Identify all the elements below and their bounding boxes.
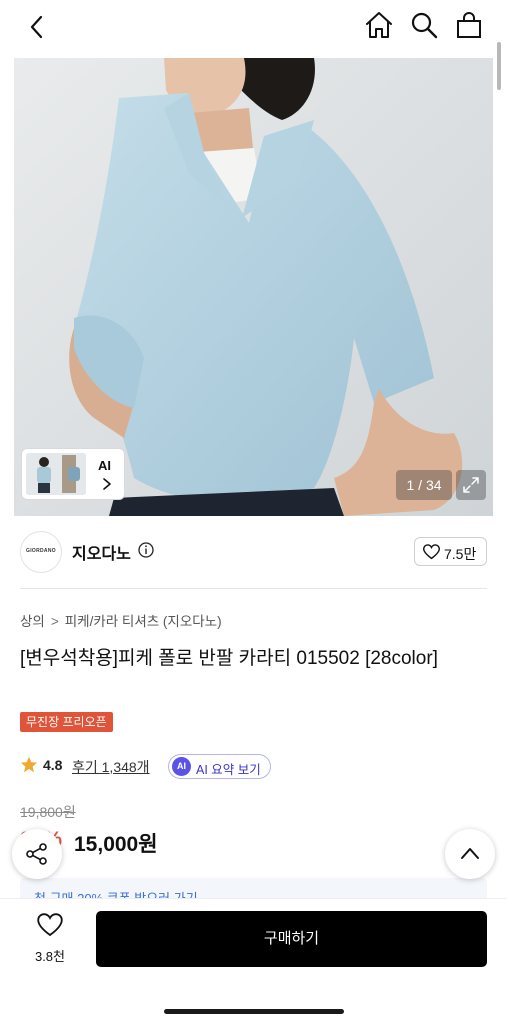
- wishlist-button[interactable]: 3.8천: [26, 913, 74, 965]
- home-icon[interactable]: [364, 10, 394, 40]
- heart-icon: [423, 544, 440, 560]
- share-icon: [26, 843, 47, 865]
- brand-like-count: 7.5만: [444, 546, 477, 562]
- brand-like-button[interactable]: 7.5만: [414, 537, 487, 566]
- expand-icon: [463, 477, 479, 493]
- ai-summary-label: AI 요약 보기: [196, 763, 261, 777]
- top-navigation-bar: [0, 0, 507, 56]
- heart-icon: [37, 913, 63, 937]
- promo-badge: 무진장 프리오픈: [20, 712, 113, 732]
- rating-score: 4.8: [43, 757, 63, 773]
- info-icon[interactable]: [138, 542, 154, 558]
- breadcrumb-item-top[interactable]: 상의: [20, 614, 45, 629]
- search-icon[interactable]: [409, 10, 439, 40]
- ai-label: AI: [98, 458, 111, 473]
- breadcrumb: 상의 > 피케/카라 티셔츠 (지오다노): [20, 610, 222, 630]
- rating-row: 4.8 후기 1,348개 AI AI 요약 보기: [20, 754, 320, 779]
- breadcrumb-item-category[interactable]: 피케/카라 티셔츠 (지오다노): [65, 614, 222, 629]
- original-price: 19,800원: [20, 804, 76, 820]
- sale-price: 15,000원: [74, 833, 158, 856]
- buy-button[interactable]: 구매하기: [96, 911, 487, 967]
- home-indicator: [164, 1009, 344, 1014]
- image-counter: 1 / 34: [396, 470, 452, 500]
- wishlist-count: 3.8천: [34, 949, 66, 964]
- shopping-bag-icon[interactable]: [454, 10, 484, 40]
- brand-logo[interactable]: GIORDANO: [20, 531, 62, 573]
- chevron-up-icon: [461, 848, 479, 859]
- divider: [20, 588, 487, 589]
- review-count-link[interactable]: 후기 1,348개: [72, 757, 150, 777]
- brand-logo-text: GIORDANO: [26, 548, 56, 554]
- chevron-right-icon: >: [50, 614, 59, 629]
- page-scrollbar[interactable]: [497, 42, 501, 90]
- share-button[interactable]: [12, 829, 62, 879]
- brand-name[interactable]: 지오다노: [72, 540, 131, 564]
- ai-try-on-thumbnail[interactable]: AI: [21, 448, 125, 500]
- product-image-gallery[interactable]: AI 1 / 34: [14, 58, 493, 516]
- product-title: [변우석착용]피케 폴로 반팔 카라티 015502 [28color]: [20, 648, 438, 669]
- ai-summary-button[interactable]: AI AI 요약 보기: [168, 754, 271, 779]
- expand-button[interactable]: [456, 470, 486, 500]
- scroll-to-top-button[interactable]: [445, 829, 495, 879]
- chevron-right-icon: [103, 478, 111, 490]
- ai-badge-icon: AI: [172, 757, 191, 776]
- chevron-left-icon[interactable]: [22, 12, 52, 42]
- thumbnail-image: [26, 453, 86, 495]
- bottom-action-bar: 3.8천 구매하기: [0, 898, 507, 1024]
- star-icon: [20, 756, 38, 773]
